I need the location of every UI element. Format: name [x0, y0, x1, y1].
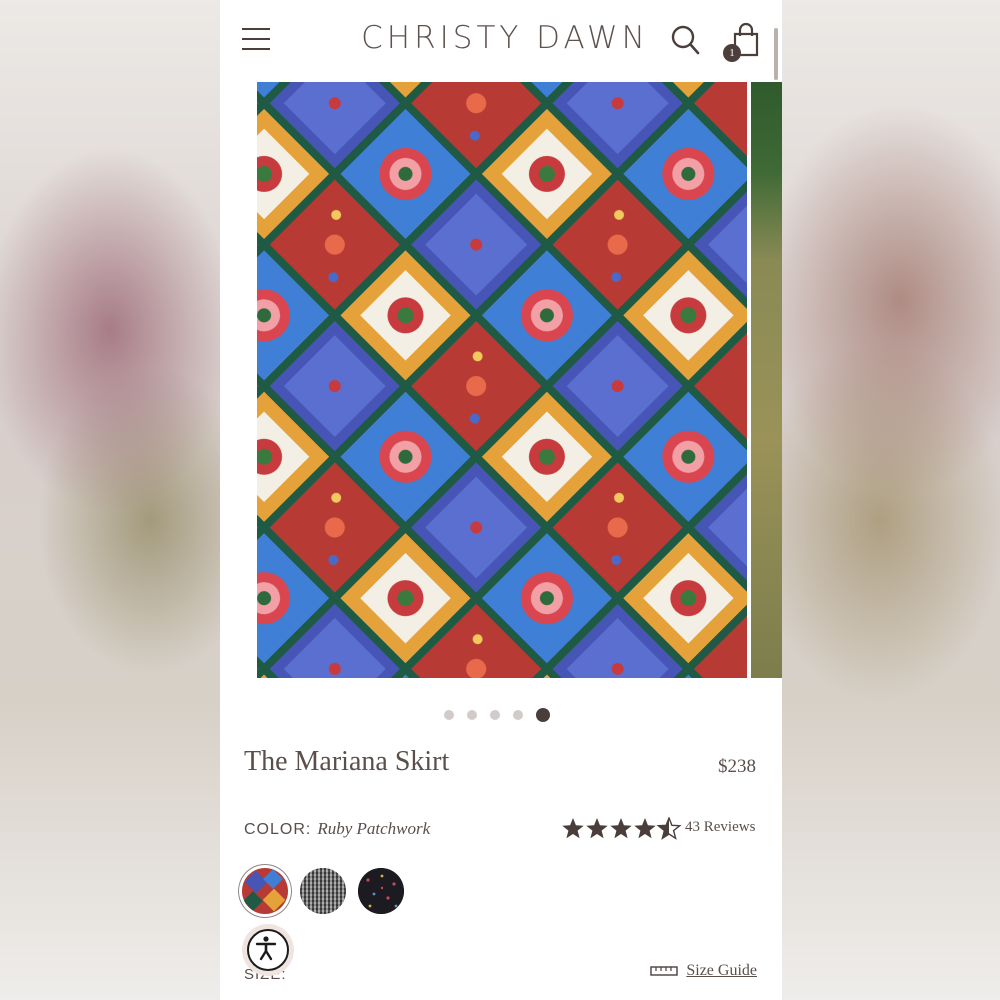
ruby-patchwork-swatch-image: [242, 868, 288, 914]
color-label-text: COLOR:: [244, 821, 312, 838]
search-icon[interactable]: [670, 24, 700, 56]
product-price: $238: [718, 756, 756, 777]
accessibility-icon: [247, 929, 289, 971]
next-product-image-peek[interactable]: [751, 82, 782, 678]
gallery-pagination: [444, 706, 563, 722]
size-guide-link[interactable]: Size Guide: [650, 962, 757, 980]
swatch-gray-gingham[interactable]: [300, 868, 346, 914]
gallery-dot-5[interactable]: [536, 707, 550, 722]
product-title: The Mariana Skirt: [244, 746, 450, 777]
scrollbar[interactable]: [774, 28, 778, 80]
product-image-gallery[interactable]: [220, 82, 782, 680]
accessibility-button[interactable]: [242, 924, 294, 976]
cart-count-badge: 1: [723, 44, 741, 62]
gallery-dot-2[interactable]: [467, 709, 477, 720]
site-header: CHRISTY DAWN 1: [220, 0, 782, 82]
gallery-dot-4[interactable]: [513, 709, 523, 720]
mobile-page: CHRISTY DAWN 1 The Mariana Skirt $238 CO…: [220, 0, 782, 1000]
star-rating-icons: [562, 817, 681, 839]
selected-color-name: Ruby Patchwork: [317, 819, 431, 838]
size-guide-label: Size Guide: [686, 962, 757, 979]
brand-logo[interactable]: CHRISTY DAWN: [360, 20, 650, 56]
gallery-dot-3[interactable]: [490, 709, 500, 720]
gallery-dot-1[interactable]: [444, 709, 454, 720]
product-image-patchwork[interactable]: [257, 82, 747, 678]
reviews-count-link[interactable]: 43 Reviews: [685, 819, 755, 836]
hamburger-menu-icon[interactable]: [242, 28, 270, 52]
ruler-icon: [650, 966, 679, 977]
swatch-black-floral[interactable]: [358, 868, 404, 914]
color-selector-label: COLOR: Ruby Patchwork: [244, 819, 430, 839]
swatch-ruby-patchwork[interactable]: [242, 868, 288, 914]
black-floral-swatch-image: [358, 868, 404, 914]
